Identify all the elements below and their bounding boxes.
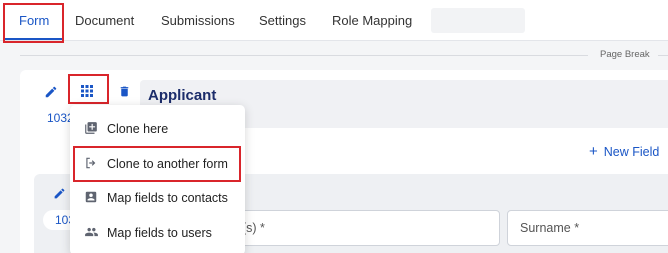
highlight-box-grid-icon [68, 74, 109, 104]
tab-document[interactable]: Document [75, 13, 134, 28]
contact-card-icon [85, 191, 97, 203]
first-names-field[interactable]: e(s) * [222, 210, 500, 246]
tab-submissions[interactable]: Submissions [161, 13, 235, 28]
surname-placeholder: Surname * [520, 221, 580, 235]
plus-icon: + [589, 143, 598, 160]
tab-settings[interactable]: Settings [259, 13, 306, 28]
delete-icon[interactable] [118, 84, 131, 99]
page-break-divider [20, 55, 588, 56]
menu-item-map-fields-to-users[interactable]: Map fields to users [70, 218, 245, 248]
users-icon [85, 227, 98, 237]
page-break-divider-end [658, 55, 668, 56]
menu-item-label: Clone here [107, 122, 169, 136]
tab-placeholder [431, 8, 525, 33]
surname-field[interactable]: Surname * [507, 210, 668, 246]
edit-icon[interactable] [53, 187, 66, 200]
section-title: Applicant [148, 87, 217, 104]
highlight-box-clone-to-another-form [73, 146, 241, 182]
menu-item-label: Map fields to contacts [107, 191, 228, 205]
tab-role-mapping[interactable]: Role Mapping [332, 13, 412, 28]
menu-item-label: Map fields to users [107, 226, 212, 240]
tab-bar: Form Document Submissions Settings Role … [0, 0, 668, 41]
new-field-label: New Field [603, 145, 660, 159]
page-break-label: Page Break [598, 49, 652, 60]
clone-add-icon [85, 122, 97, 134]
menu-item-map-fields-to-contacts[interactable]: Map fields to contacts [70, 183, 245, 213]
new-field-button[interactable]: + New Field [589, 143, 659, 160]
menu-item-clone-here[interactable]: Clone here [70, 114, 245, 144]
highlight-box-form-tab [3, 3, 64, 43]
edit-icon[interactable] [44, 85, 58, 99]
